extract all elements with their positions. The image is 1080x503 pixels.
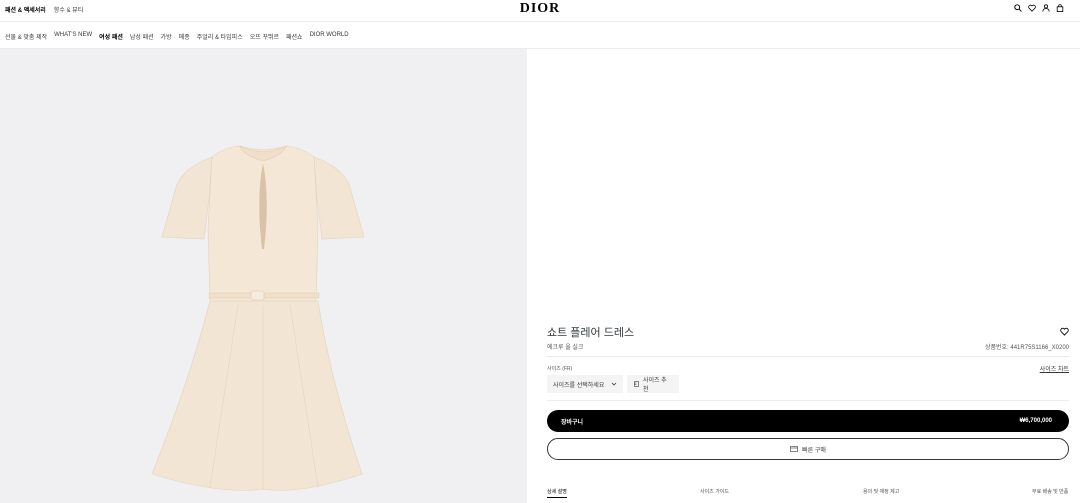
product-material: 에크루 울 실크 [547, 345, 584, 351]
heart-icon[interactable] [1028, 4, 1036, 12]
search-icon[interactable] [1014, 4, 1022, 12]
add-to-cart-button[interactable]: 장바구니 ₩6,700,000 [547, 410, 1069, 432]
top-link-beauty[interactable]: 향수 & 뷰티 [54, 5, 83, 14]
top-bar: 패션 & 액세서리 향수 & 뷰티 DIOR [0, 0, 1080, 22]
bag-icon[interactable] [1056, 4, 1064, 12]
dress-skirt [151, 300, 363, 491]
wishlist-heart-icon[interactable] [1060, 327, 1069, 336]
detail-tabs: 상세 설명 사이즈 가이드 용의 및 재정 제고 무료 배송 및 반품 [547, 488, 1069, 500]
size-chart-link[interactable]: 사이즈 차트 [1040, 364, 1069, 373]
nav-item-maison[interactable]: 메종 [179, 32, 190, 41]
tab-size-guide[interactable]: 사이즈 가이드 [700, 488, 729, 495]
size-label: 사이즈 (FR) [547, 366, 573, 372]
main-nav: 선물 & 맞춤 제작 WHAT'S NEW 여성 패션 남성 패션 가방 메종 … [0, 23, 1080, 49]
top-category-links: 패션 & 액세서리 향수 & 뷰티 [5, 5, 83, 14]
user-icon[interactable] [1042, 4, 1050, 12]
cart-label: 장바구니 [561, 419, 584, 426]
dress-left-sleeve [161, 156, 213, 240]
dress-belt-buckle [250, 290, 265, 301]
product-name: 쇼트 플레어 드레스 [547, 327, 635, 339]
top-link-fashion[interactable]: 패션 & 액세서리 [5, 5, 46, 14]
size-select-text: 사이즈를 선택하세요 [553, 382, 605, 389]
nav-item-bags[interactable]: 가방 [161, 32, 172, 41]
nav-item-shows[interactable]: 패션쇼 [286, 32, 303, 41]
top-icon-group [1014, 4, 1064, 12]
dior-logo[interactable]: DIOR [520, 1, 561, 17]
nav-item-women[interactable]: 여성 패션 [99, 32, 123, 41]
divider [547, 400, 1069, 401]
nav-item-dior-world[interactable]: DIOR WORLD [310, 32, 349, 41]
quick-buy-button[interactable]: 빠른 구매 [547, 438, 1069, 460]
tab-description[interactable]: 상세 설명 [547, 488, 567, 498]
product-code: 상품번호: 441R75S1166_X0200 [984, 345, 1069, 351]
nav-item-men[interactable]: 남성 패션 [130, 32, 154, 41]
ruler-icon [634, 381, 639, 387]
nav-item-whats-new[interactable]: WHAT'S NEW [54, 32, 92, 41]
product-price: ₩6,700,000 [1019, 418, 1052, 424]
product-image-panel[interactable] [0, 49, 527, 503]
card-icon [790, 446, 798, 452]
size-select-dropdown[interactable]: 사이즈를 선택하세요 [547, 375, 623, 393]
tab-care[interactable]: 용의 및 재정 제고 [863, 488, 899, 495]
size-recommend-text: 사이즈 추천 [642, 378, 667, 393]
dress-right-sleeve [313, 156, 365, 240]
nav-item-gifts[interactable]: 선물 & 맞춤 제작 [5, 32, 47, 41]
size-recommend-button[interactable]: 사이즈 추천 [627, 375, 679, 393]
divider [547, 356, 1069, 357]
quick-buy-text: 빠른 구매 [802, 447, 826, 454]
tab-shipping[interactable]: 무료 배송 및 반품 [1032, 488, 1068, 495]
nav-list: 선물 & 맞춤 제작 WHAT'S NEW 여성 패션 남성 패션 가방 메종 … [5, 32, 349, 41]
dress-image [151, 145, 365, 491]
nav-item-jewelry[interactable]: 주얼리 & 타임피스 [197, 32, 243, 41]
nav-item-couture[interactable]: 오뜨 꾸뛰르 [250, 32, 279, 41]
chevron-down-icon [611, 382, 617, 386]
